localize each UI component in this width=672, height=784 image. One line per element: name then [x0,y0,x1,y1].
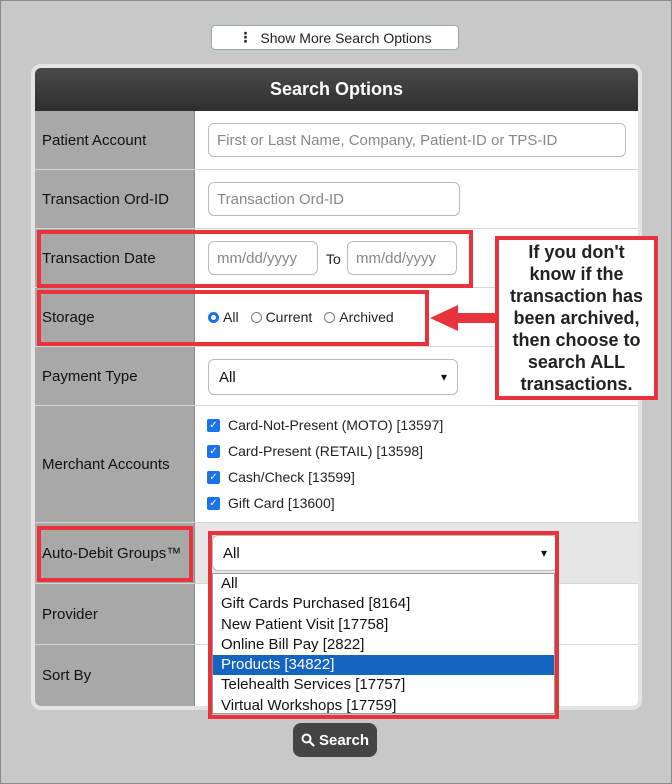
panel-title: Search Options [35,68,638,111]
merchant-label: Card-Present (RETAIL) [13598] [228,443,424,459]
annotation-box-transaction-date [37,230,473,288]
row-transaction-ord-id: Transaction Ord-ID Transaction Ord-ID [35,170,638,229]
transaction-ord-id-input[interactable]: Transaction Ord-ID [208,182,460,216]
label-patient-account: Patient Account [35,111,195,169]
checkmark-icon: ✓ [207,470,220,484]
arrow-head [430,305,458,331]
show-more-label: Show More Search Options [260,29,432,46]
label-transaction-ord-id: Transaction Ord-ID [35,170,195,228]
chevron-down-icon: ▾ [440,370,447,384]
dropdown-option[interactable]: Virtual Workshops [17759] [213,696,554,716]
callout-text: If you don't know if the transaction has… [509,242,644,394]
dropdown-option-highlighted[interactable]: Products [34822] [213,655,554,676]
annotation-callout: If you don't know if the transaction has… [495,236,658,400]
dropdown-option[interactable]: New Patient Visit [17758] [213,615,554,635]
dropdown-option[interactable]: Gift Cards Purchased [8164] [213,594,554,614]
checkmark-icon: ✓ [207,418,220,432]
label-sort-by: Sort By [35,645,195,706]
dropdown-option[interactable]: All [213,574,554,594]
dropdown-option[interactable]: Telehealth Services [17757] [213,675,554,695]
search-button[interactable]: Search [293,723,377,757]
auto-debit-dropdown-list: All Gift Cards Purchased [8164] New Pati… [212,573,555,714]
merchant-label: Cash/Check [13599] [228,469,355,485]
left-arrow-icon [457,313,497,323]
magnifier-icon [301,733,315,747]
merchant-label: Gift Card [13600] [228,495,335,511]
checkmark-icon: ✓ [207,496,220,510]
label-provider: Provider [35,584,195,644]
payment-type-value: All [219,368,236,386]
label-payment-type: Payment Type [35,347,195,405]
patient-account-input[interactable]: First or Last Name, Company, Patient-ID … [208,123,626,157]
row-merchant-accounts: Merchant Accounts ✓ Card-Not-Present (MOT… [35,406,638,523]
search-button-label: Search [318,731,370,749]
label-merchant-accounts: Merchant Accounts [35,406,195,522]
payment-type-select[interactable]: All ▾ [208,359,458,395]
show-more-search-options-button[interactable]: ⋮ Show More Search Options [211,25,459,50]
merchant-label: Card-Not-Present (MOTO) [13597] [228,417,444,433]
checkmark-icon: ✓ [207,444,220,458]
merchant-checkbox-moto[interactable]: ✓ Card-Not-Present (MOTO) [13597] [207,412,443,438]
merchant-checkbox-gift[interactable]: ✓ Gift Card [13600] [207,490,443,516]
annotation-box-auto-debit-label [37,526,193,582]
annotation-box-storage [37,290,429,346]
dropdown-option[interactable]: Online Bill Pay [2822] [213,635,554,655]
merchant-checkbox-cash[interactable]: ✓ Cash/Check [13599] [207,464,443,490]
merchant-checkbox-retail[interactable]: ✓ Card-Present (RETAIL) [13598] [207,438,443,464]
vertical-dots-icon: ⋮ [238,29,253,45]
row-patient-account: Patient Account First or Last Name, Comp… [35,111,638,170]
